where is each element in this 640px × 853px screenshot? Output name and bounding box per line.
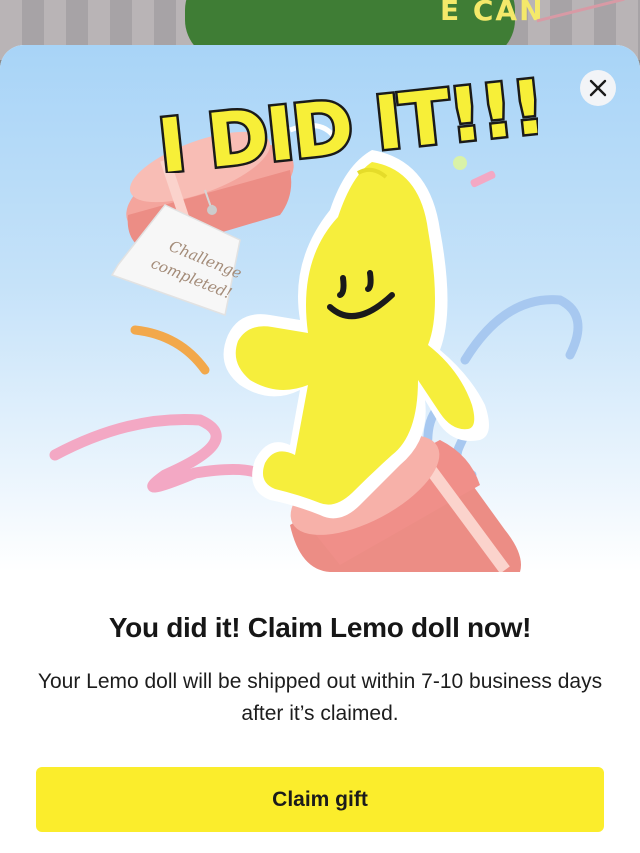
- headline-artwork: I DID IT!!!: [148, 53, 551, 193]
- headline-text-art: I DID IT!!!: [152, 62, 551, 193]
- modal-title: You did it! Claim Lemo doll now!: [108, 612, 532, 643]
- claim-gift-button[interactable]: Claim gift: [36, 767, 604, 832]
- headline-text: I DID IT!!!: [154, 64, 538, 173]
- modal-content: You did it! Claim Lemo doll now! Your Le…: [0, 572, 640, 730]
- hero-illustration: Challenge completed! I DID IT!!!: [0, 45, 640, 572]
- background-can-label: E CAN: [440, 0, 545, 27]
- ribbon-blue-top: [460, 295, 583, 365]
- close-button[interactable]: [580, 70, 616, 106]
- ribbon-pink: [49, 413, 268, 493]
- close-icon: [589, 79, 607, 97]
- modal-description: Your Lemo doll will be shipped out withi…: [37, 670, 603, 725]
- ribbon-orange: [130, 325, 210, 375]
- reward-modal: Challenge completed! I DID IT!!! You did…: [0, 45, 640, 853]
